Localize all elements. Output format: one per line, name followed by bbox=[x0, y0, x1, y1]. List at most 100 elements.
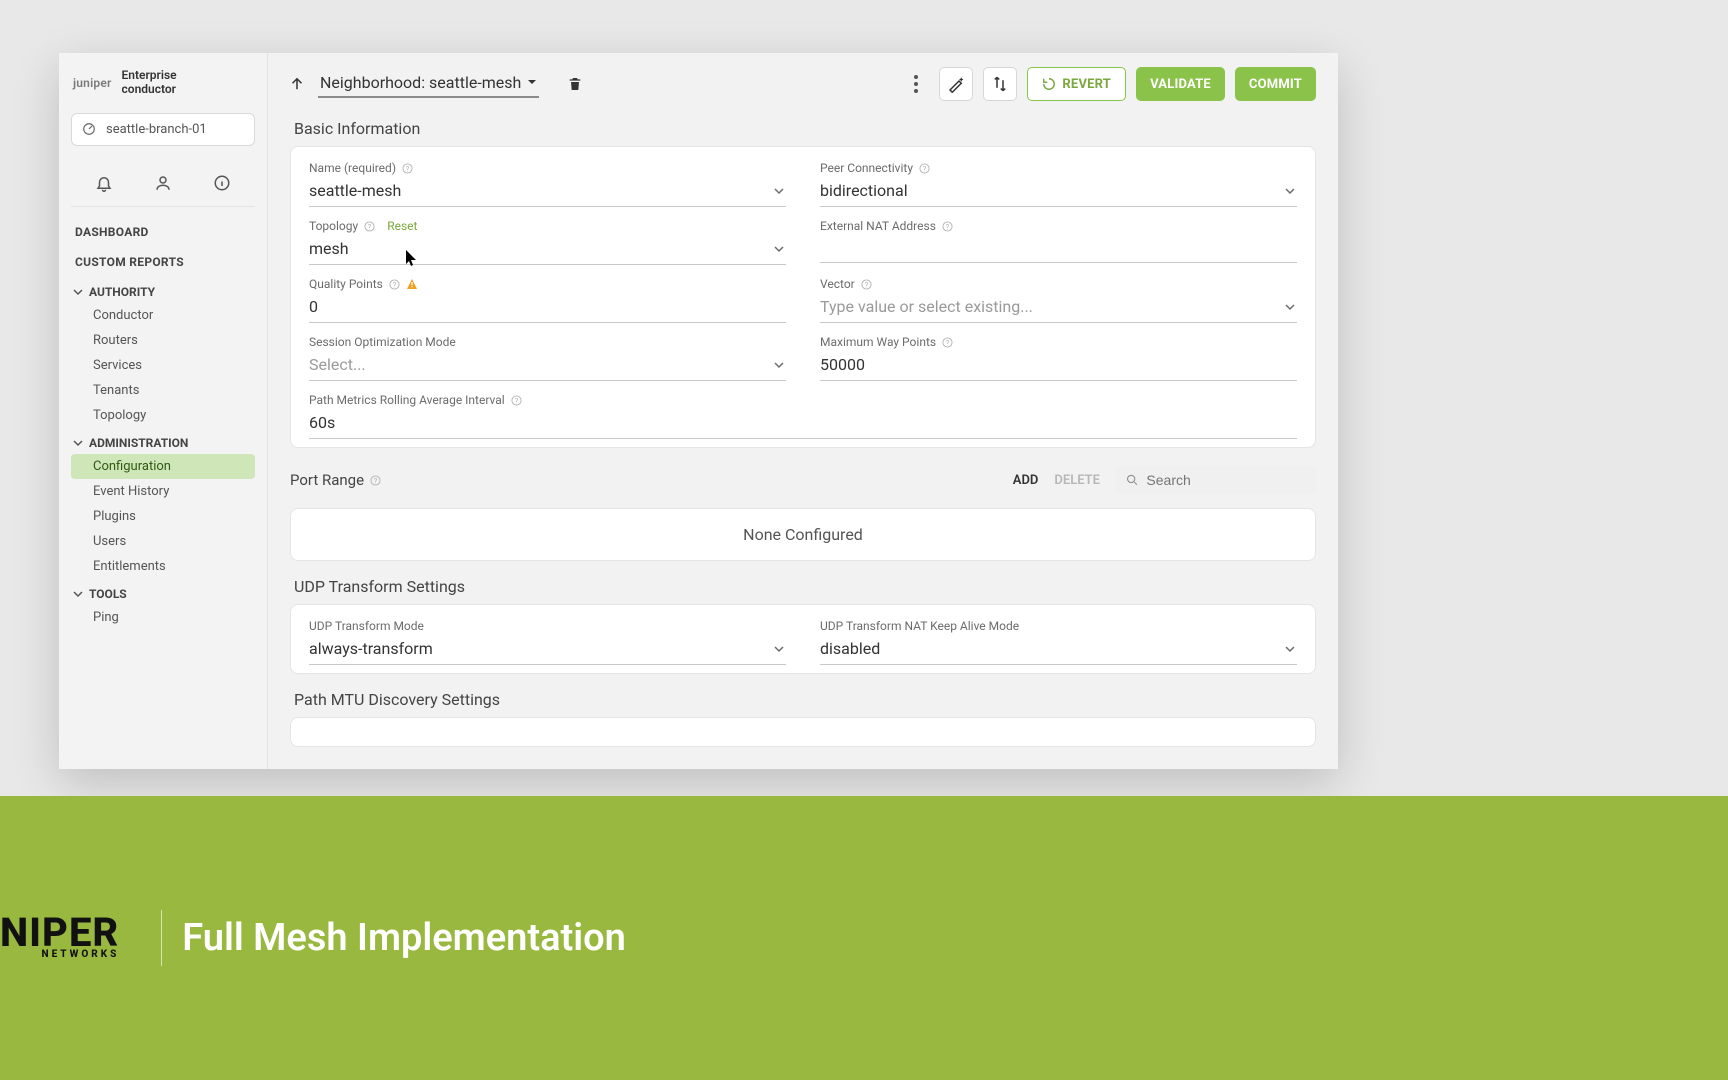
router-name: seattle-branch-01 bbox=[106, 122, 207, 137]
revert-button[interactable]: REVERT bbox=[1027, 67, 1126, 101]
chevron-down-icon bbox=[1285, 186, 1295, 196]
port-range-empty: None Configured bbox=[291, 509, 1315, 560]
main-panel: Neighborhood: seattle-mesh bbox=[268, 53, 1338, 769]
card-port-range: None Configured bbox=[290, 508, 1316, 561]
sidebar-item-topology[interactable]: Topology bbox=[71, 403, 255, 428]
card-basic-information: Name (required)? seattle-mesh Peer Conne… bbox=[290, 146, 1316, 448]
brand-logo-text: juniper bbox=[73, 76, 112, 90]
caret-down-icon bbox=[527, 77, 537, 87]
nav-group-administration[interactable]: ADMINISTRATION bbox=[71, 428, 255, 454]
port-range-add-button[interactable]: ADD bbox=[1013, 473, 1039, 488]
sidebar-item-event-history[interactable]: Event History bbox=[71, 479, 255, 504]
breadcrumb-dropdown[interactable]: Neighborhood: seattle-mesh bbox=[318, 71, 539, 98]
sidebar: juniper Enterprise conductor seattle-bra… bbox=[59, 53, 268, 769]
delete-button[interactable] bbox=[567, 75, 583, 93]
name-value: seattle-mesh bbox=[309, 181, 401, 200]
nav-group-tools-label: TOOLS bbox=[89, 587, 127, 601]
compare-arrows-button[interactable] bbox=[983, 67, 1017, 101]
sidebar-item-services[interactable]: Services bbox=[71, 353, 255, 378]
peer-value: bidirectional bbox=[820, 181, 908, 200]
chevron-down-icon bbox=[1285, 644, 1295, 654]
label-maxway: Maximum Way Points? bbox=[820, 335, 1297, 349]
name-select[interactable]: seattle-mesh bbox=[309, 175, 786, 207]
sidebar-item-entitlements[interactable]: Entitlements bbox=[71, 554, 255, 579]
magic-wand-button[interactable] bbox=[939, 67, 973, 101]
maxway-input[interactable]: 50000 bbox=[820, 349, 1297, 381]
chevron-down-icon bbox=[774, 186, 784, 196]
content-scroll[interactable]: Basic Information Name (required)? seatt… bbox=[268, 101, 1338, 747]
chevron-down-icon bbox=[1285, 302, 1295, 312]
bell-icon[interactable] bbox=[89, 168, 119, 198]
nav-group-authority[interactable]: AUTHORITY bbox=[71, 277, 255, 303]
app-window: juniper Enterprise conductor seattle-bra… bbox=[59, 53, 1338, 769]
som-select[interactable]: Select... bbox=[309, 349, 786, 381]
sidebar-utility-icons bbox=[71, 154, 255, 207]
topology-reset-link[interactable]: Reset bbox=[387, 219, 417, 233]
commit-button[interactable]: COMMIT bbox=[1235, 67, 1316, 101]
help-icon[interactable]: ? bbox=[861, 279, 872, 290]
port-range-search-input[interactable] bbox=[1146, 472, 1306, 488]
help-icon[interactable]: ? bbox=[402, 163, 413, 174]
svg-text:?: ? bbox=[514, 396, 518, 405]
validate-label: VALIDATE bbox=[1150, 77, 1211, 92]
field-external-nat: External NAT Address? bbox=[820, 219, 1297, 265]
nav-custom-reports[interactable]: CUSTOM REPORTS bbox=[71, 247, 255, 277]
field-max-way-points: Maximum Way Points? 50000 bbox=[820, 335, 1297, 381]
brand-name-line1: Enterprise bbox=[122, 69, 177, 83]
help-icon[interactable]: ? bbox=[364, 221, 375, 232]
vector-placeholder: Type value or select existing... bbox=[820, 297, 1033, 316]
port-range-actions: ADD DELETE bbox=[1013, 466, 1316, 494]
udp-mode-value: always-transform bbox=[309, 639, 433, 658]
svg-text:?: ? bbox=[946, 222, 950, 231]
info-icon[interactable] bbox=[207, 168, 237, 198]
udp-nat-select[interactable]: disabled bbox=[820, 633, 1297, 665]
sidebar-item-conductor[interactable]: Conductor bbox=[71, 303, 255, 328]
field-vector: Vector? Type value or select existing... bbox=[820, 277, 1297, 323]
help-icon[interactable]: ? bbox=[942, 337, 953, 348]
sidebar-item-configuration[interactable]: Configuration bbox=[71, 454, 255, 479]
sidebar-item-ping[interactable]: Ping bbox=[71, 605, 255, 630]
banner-divider bbox=[161, 910, 162, 966]
nav-group-tools[interactable]: TOOLS bbox=[71, 579, 255, 605]
chevron-down-icon bbox=[774, 244, 784, 254]
brand-name-line2: conductor bbox=[122, 83, 177, 97]
nav-group-administration-label: ADMINISTRATION bbox=[89, 436, 188, 450]
ext-nat-input[interactable] bbox=[820, 233, 1297, 263]
sidebar-item-routers[interactable]: Routers bbox=[71, 328, 255, 353]
nav-dashboard[interactable]: DASHBOARD bbox=[71, 217, 255, 247]
port-range-search[interactable] bbox=[1116, 466, 1316, 494]
field-udp-nat-mode: UDP Transform NAT Keep Alive Mode disabl… bbox=[820, 619, 1297, 665]
router-selector[interactable]: seattle-branch-01 bbox=[71, 113, 255, 146]
help-icon[interactable]: ? bbox=[919, 163, 930, 174]
user-icon[interactable] bbox=[148, 168, 178, 198]
svg-text:?: ? bbox=[368, 222, 372, 231]
help-icon[interactable]: ? bbox=[511, 395, 522, 406]
sidebar-item-tenants[interactable]: Tenants bbox=[71, 378, 255, 403]
svg-text:?: ? bbox=[406, 164, 410, 173]
topology-select[interactable]: mesh bbox=[309, 233, 786, 265]
peer-select[interactable]: bidirectional bbox=[820, 175, 1297, 207]
label-udp-nat-mode: UDP Transform NAT Keep Alive Mode bbox=[820, 619, 1297, 633]
section-title-udp: UDP Transform Settings bbox=[294, 577, 1316, 596]
vector-select[interactable]: Type value or select existing... bbox=[820, 291, 1297, 323]
udp-mode-select[interactable]: always-transform bbox=[309, 633, 786, 665]
back-up-button[interactable] bbox=[286, 73, 308, 95]
help-icon[interactable]: ? bbox=[942, 221, 953, 232]
brand-block: juniper Enterprise conductor bbox=[71, 67, 255, 107]
validate-button[interactable]: VALIDATE bbox=[1136, 67, 1225, 101]
quality-input[interactable]: 0 bbox=[309, 291, 786, 323]
sidebar-item-plugins[interactable]: Plugins bbox=[71, 504, 255, 529]
breadcrumb-label: Neighborhood: seattle-mesh bbox=[320, 73, 521, 92]
pmr-input[interactable]: 60s bbox=[309, 407, 1297, 439]
field-quality-points: Quality Points ? 0 bbox=[309, 277, 786, 323]
field-topology: Topology ? Reset mesh bbox=[309, 219, 786, 265]
svg-text:?: ? bbox=[374, 476, 378, 485]
field-udp-mode: UDP Transform Mode always-transform bbox=[309, 619, 786, 665]
more-menu-button[interactable] bbox=[903, 67, 929, 101]
help-icon[interactable]: ? bbox=[389, 279, 400, 290]
label-ext-nat: External NAT Address? bbox=[820, 219, 1297, 233]
help-icon[interactable]: ? bbox=[370, 475, 381, 486]
svg-text:?: ? bbox=[946, 338, 950, 347]
sidebar-item-users[interactable]: Users bbox=[71, 529, 255, 554]
topbar-actions: REVERT VALIDATE COMMIT bbox=[903, 67, 1316, 101]
